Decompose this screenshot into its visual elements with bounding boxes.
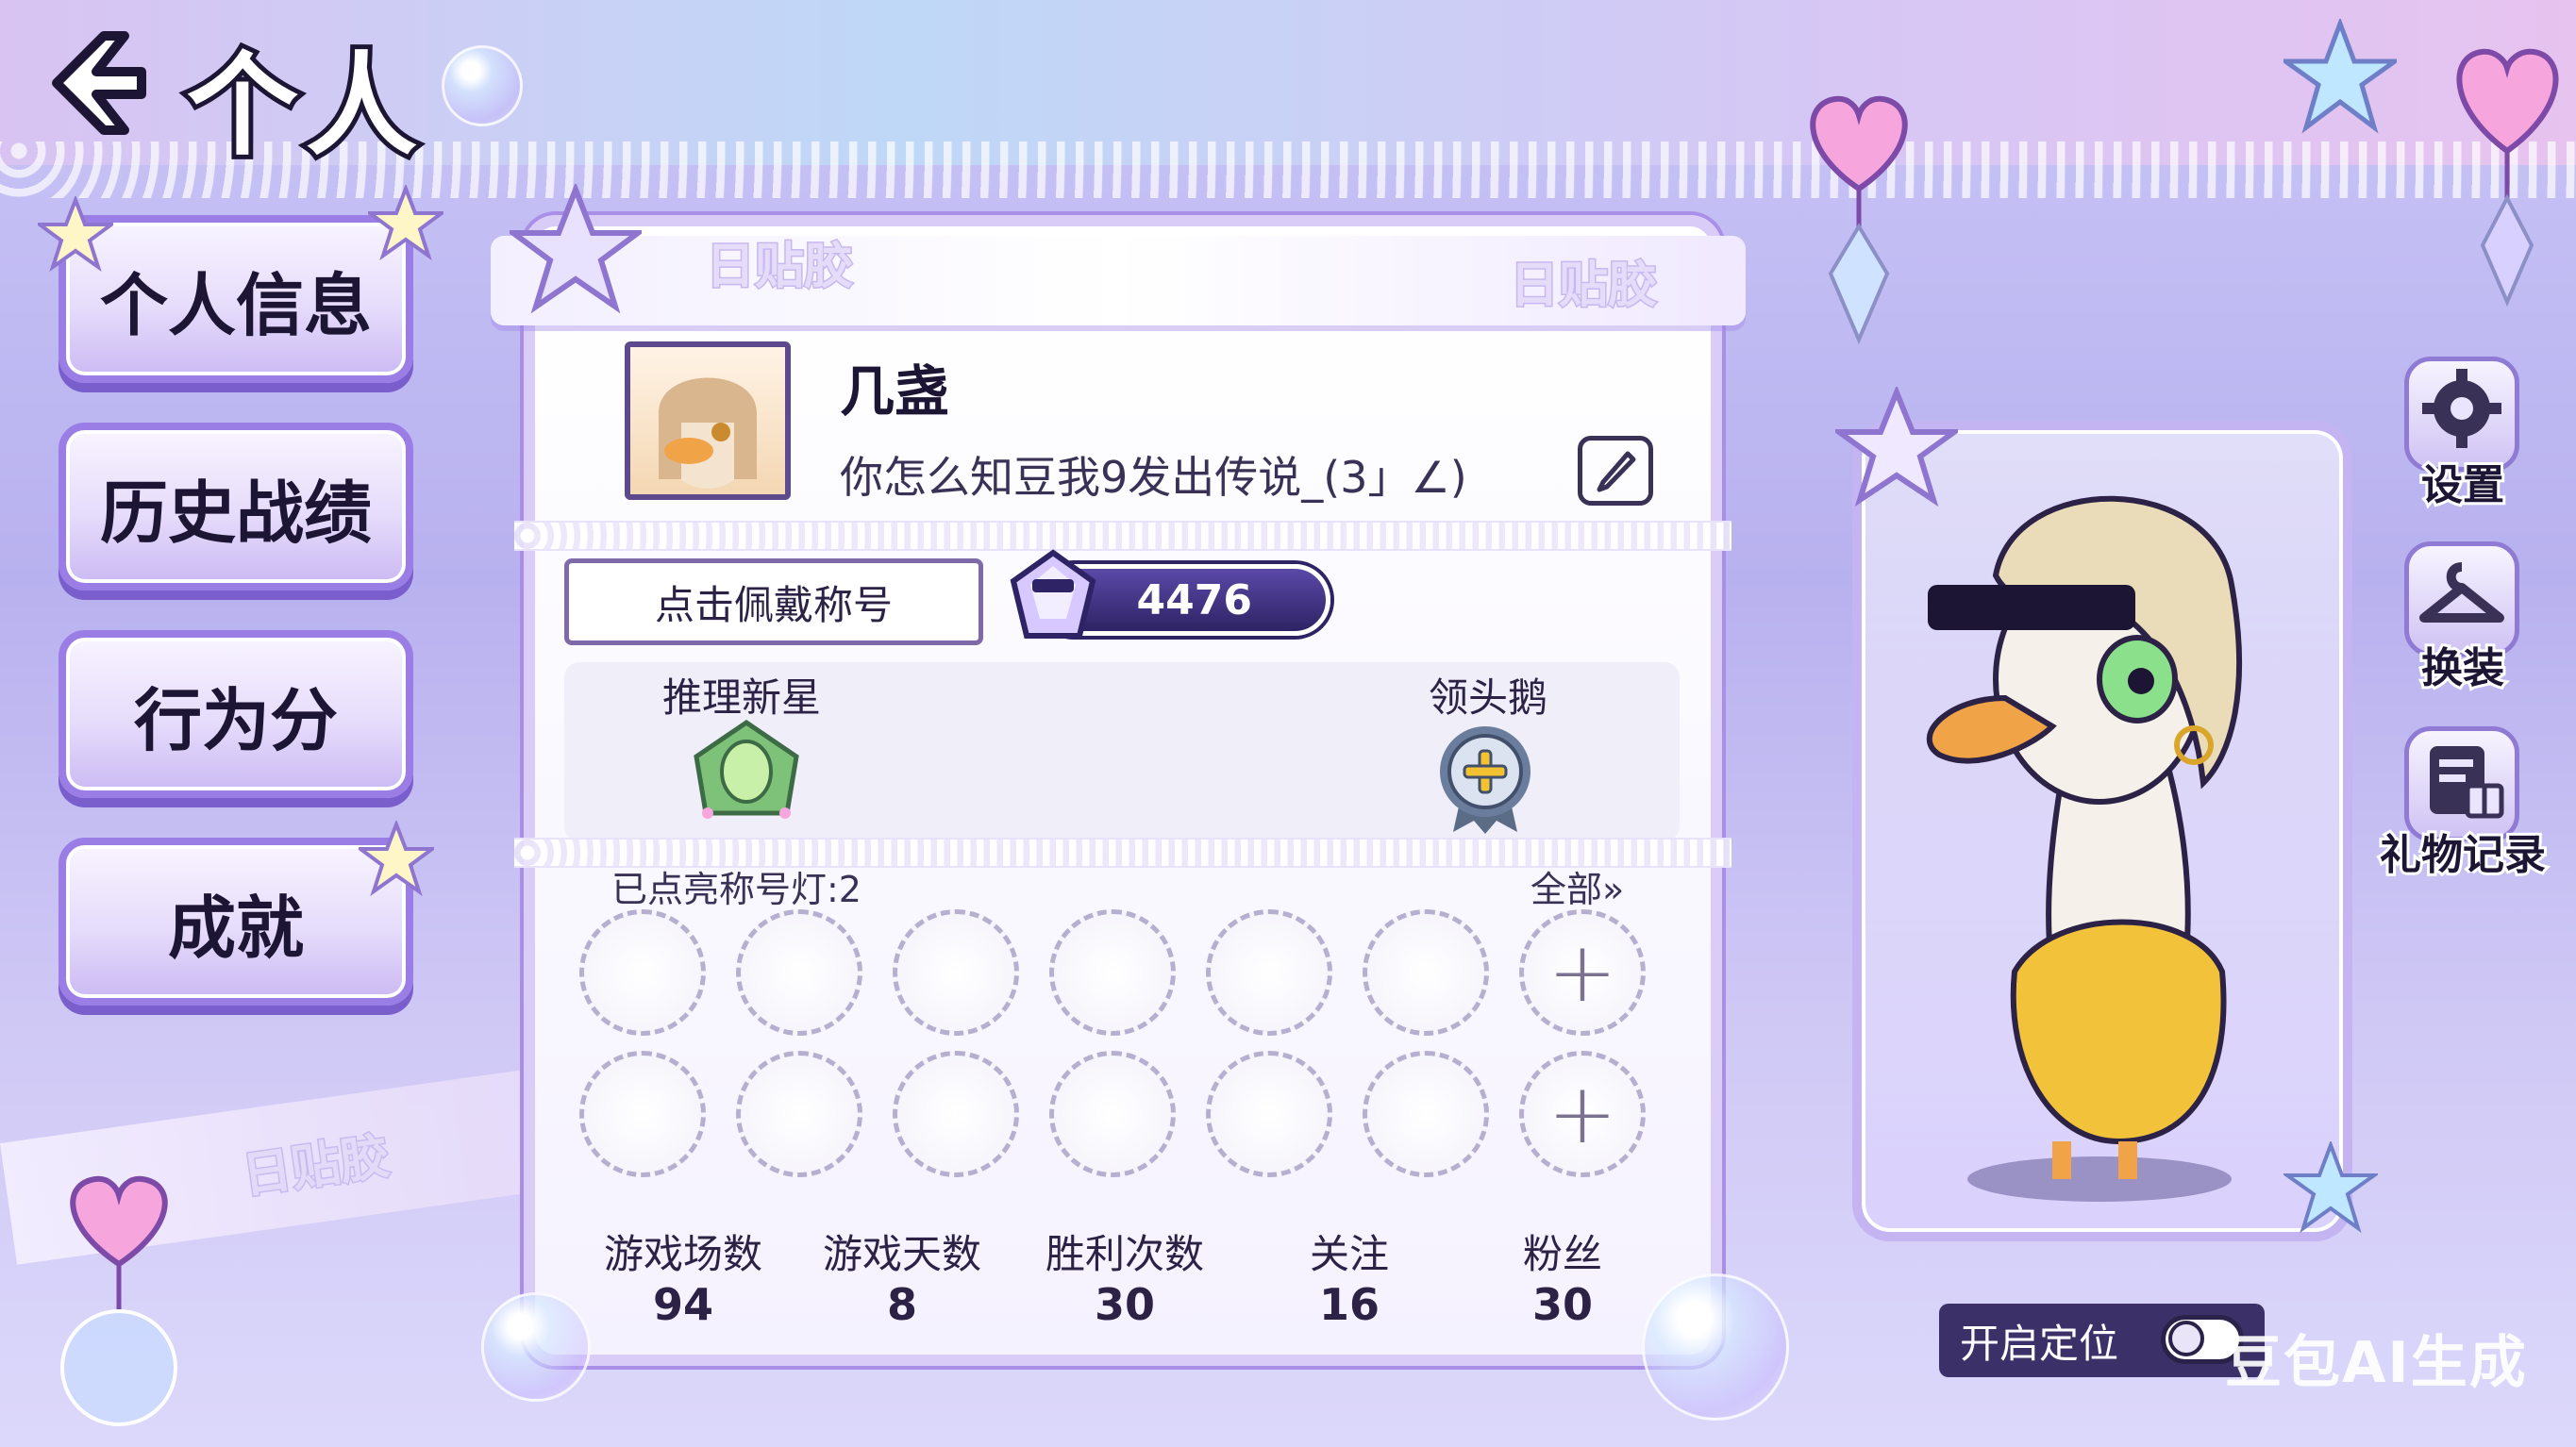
star-icon [510, 184, 642, 314]
edit-signature-button[interactable] [1578, 436, 1653, 506]
title-slot[interactable] [893, 909, 1019, 1036]
title-slot[interactable] [579, 1051, 706, 1177]
score-value: 4476 [1136, 575, 1252, 624]
ribbon-text: 日贴胶 [1508, 257, 1658, 316]
title-slot[interactable] [1049, 1051, 1176, 1177]
title-slot[interactable] [893, 1051, 1019, 1177]
plus-icon: + [1547, 923, 1617, 1021]
title-slot[interactable] [1049, 909, 1176, 1036]
heart-charm-icon [1810, 95, 1908, 345]
badge-label: 推理新星 [662, 674, 822, 721]
title-slot[interactable] [1206, 909, 1332, 1036]
stat-games-label: 游戏场数 [603, 1231, 762, 1277]
gift-record-label: 礼物记录 [2377, 828, 2549, 882]
stat-following-label[interactable]: 关注 [1246, 1222, 1453, 1280]
menu-label: 个人信息 [99, 265, 372, 345]
wear-title-label: 点击佩戴称号 [654, 581, 893, 628]
ribbon-text: 日贴胶 [704, 238, 854, 297]
watermark-text: 豆包AI生成 [2225, 1330, 2528, 1396]
rising-star-badge-icon[interactable] [683, 719, 810, 832]
goose-character-icon [1926, 495, 2242, 1202]
stat-days-value: 8 [886, 1279, 917, 1330]
menu-behavior-score[interactable]: 行为分 [59, 630, 413, 798]
title-slot[interactable] [1206, 1051, 1332, 1177]
star-icon [368, 185, 443, 260]
add-title-slot-button[interactable]: + [1519, 1051, 1646, 1177]
badge-label: 领头鹅 [1429, 674, 1548, 721]
menu-match-history[interactable]: 历史战绩 [59, 423, 413, 590]
heart-charm-icon [2456, 48, 2559, 308]
bubble-decoration [442, 45, 523, 126]
stat-fans-label[interactable]: 粉丝 [1459, 1222, 1666, 1280]
back-arrow-icon [52, 31, 146, 135]
dress-up-label: 换装 [2418, 641, 2507, 695]
menu-label: 行为分 [133, 680, 338, 760]
title-slot[interactable] [1363, 1051, 1489, 1177]
lace-divider [514, 521, 1731, 551]
page-title: 个人 [182, 36, 426, 175]
stat-wins-label: 胜利次数 [1045, 1231, 1204, 1277]
stat-days-label: 游戏天数 [822, 1231, 981, 1277]
bubble-decoration [1642, 1273, 1789, 1421]
star-icon [38, 196, 113, 272]
title-slot[interactable] [579, 909, 706, 1036]
stat-following-value[interactable]: 16 [1246, 1279, 1453, 1330]
gem-icon [1010, 549, 1096, 639]
back-button[interactable] [38, 26, 151, 140]
stat-fans-value[interactable]: 30 [1459, 1279, 1666, 1330]
heart-charm-icon [60, 1175, 177, 1426]
username: 几盏 [840, 359, 950, 424]
avatar-portrait-icon [659, 377, 757, 489]
menu-label: 成就 [167, 888, 304, 968]
star-icon [2283, 19, 2397, 134]
title-slot[interactable] [736, 1051, 862, 1177]
title-slot[interactable] [736, 909, 862, 1036]
add-title-slot-button[interactable]: + [1519, 909, 1646, 1036]
pencil-icon [1597, 451, 1636, 492]
switch-knob [2168, 1321, 2204, 1356]
lit-titles-label: 已点亮称号灯:2 [611, 869, 861, 910]
location-label: 开启定位 [1960, 1320, 2119, 1367]
signature-text: 你怎么知豆我9发出传说_(3」∠) [840, 452, 1467, 503]
settings-label: 设置 [2418, 458, 2507, 512]
plus-icon: + [1547, 1065, 1617, 1162]
ribbon-decoration: 日贴胶 日贴胶 [491, 217, 1746, 358]
avatar[interactable] [625, 341, 791, 500]
bubble-decoration [481, 1292, 591, 1402]
all-titles-link[interactable]: 全部» [1531, 860, 1624, 912]
title-slot[interactable] [1363, 909, 1489, 1036]
stat-wins-value: 30 [1094, 1279, 1155, 1330]
lead-goose-add-badge-icon[interactable] [1432, 723, 1538, 834]
stat-games-value: 94 [652, 1279, 713, 1330]
star-icon [2283, 1141, 2378, 1234]
wear-title-button[interactable]: 点击佩戴称号 [564, 558, 983, 645]
star-icon [359, 821, 434, 896]
tape-text: 日贴胶 [238, 1127, 394, 1206]
menu-label: 历史战绩 [99, 473, 372, 553]
